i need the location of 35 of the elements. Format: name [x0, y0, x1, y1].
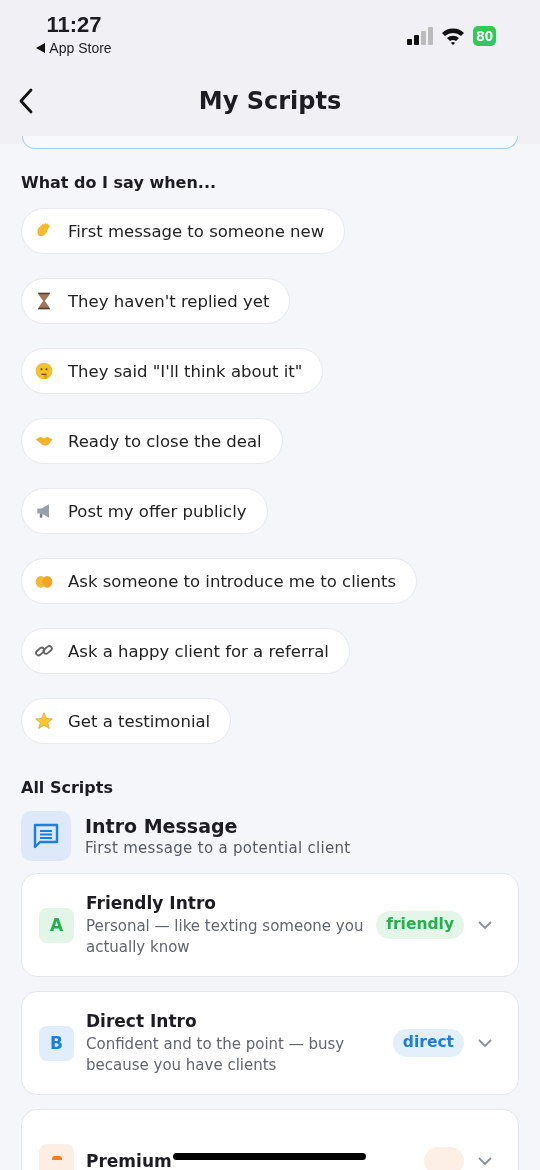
script-title: Friendly Intro — [86, 892, 216, 913]
status-time: 11:27 — [46, 12, 102, 38]
prompt-chip[interactable]: Ask someone to introduce me to clients — [21, 558, 417, 604]
prompt-chip[interactable]: They haven't replied yet — [21, 278, 291, 324]
section-heading: What do I say when... — [21, 173, 218, 192]
prompt-chip[interactable]: Ask a happy client for a referral — [21, 628, 350, 674]
battery-level: 80 — [473, 26, 496, 46]
back-triangle-icon — [36, 43, 46, 53]
screen-title: My Scripts — [197, 87, 343, 115]
script-card[interactable]: B Direct Intro Confident and to the point — busy because you have clients direct — [21, 991, 519, 1095]
back-to-app-link[interactable]: App Store — [49, 40, 112, 56]
tone-tag: friendly — [376, 911, 464, 939]
script-description: Personal — like texting someone you actually know — [86, 915, 365, 958]
prompt-chip[interactable]: Ready to close the deal — [21, 418, 283, 464]
letter-badge: A — [39, 907, 74, 943]
prompt-chip[interactable]: Post my offer publicly — [21, 488, 268, 534]
tone-tag — [424, 1147, 464, 1170]
signal-icon — [407, 27, 434, 45]
script-title: Premium — [86, 1151, 172, 1170]
prompt-chip[interactable]: Get a testimonial — [21, 698, 232, 744]
group-subtitle: First message to a potential client — [85, 839, 351, 857]
script-card[interactable]: A Friendly Intro Personal — like texting someone you actually know friendly — [21, 873, 519, 977]
prompt-chip[interactable]: They said "I'll think about it" — [21, 348, 324, 394]
script-description: Confident and to the point — busy because you have clients — [86, 1033, 346, 1076]
letter-badge: B — [39, 1025, 74, 1061]
script-card[interactable]: Premium — [21, 1109, 519, 1170]
section-heading: All Scripts — [21, 778, 114, 797]
tone-tag: direct — [392, 1029, 464, 1057]
wifi-icon — [441, 27, 466, 45]
group-title: Intro Message — [85, 815, 239, 837]
message-icon — [21, 811, 71, 861]
script-title: Direct Intro — [86, 1010, 197, 1031]
prompt-chip[interactable]: First message to someone new — [21, 208, 346, 254]
search-field[interactable] — [22, 136, 518, 149]
letter-badge — [39, 1143, 74, 1170]
